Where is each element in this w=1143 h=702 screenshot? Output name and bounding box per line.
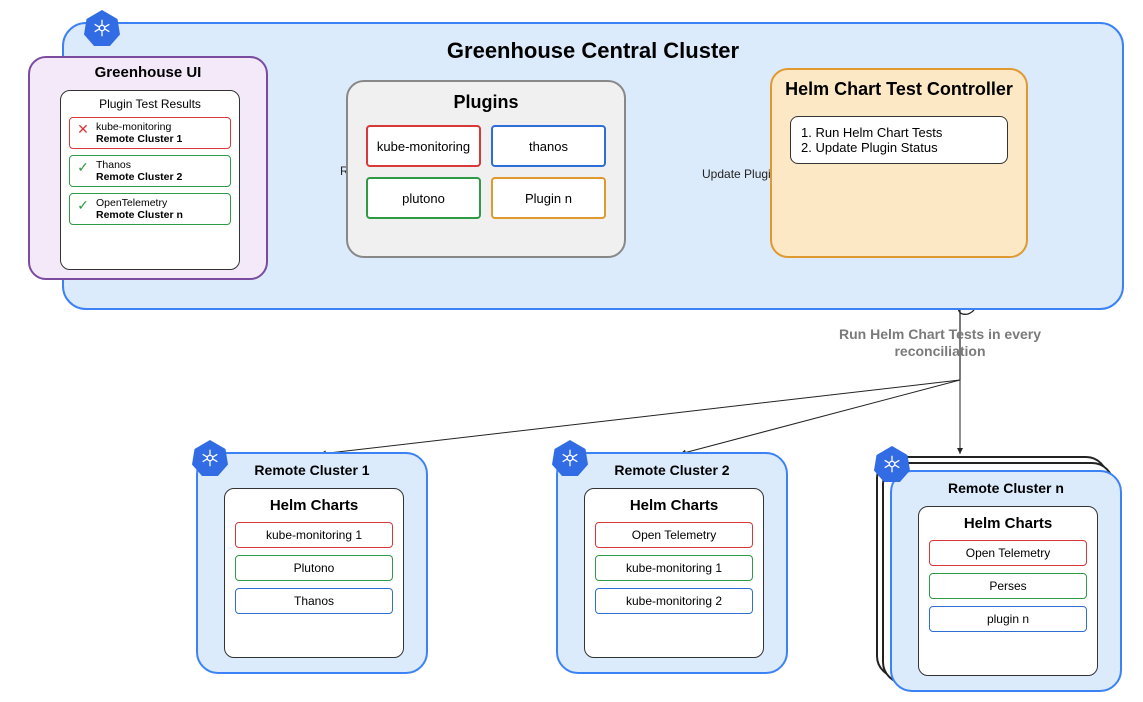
test-result-text: ThanosRemote Cluster 2 — [96, 159, 182, 183]
kubernetes-icon — [192, 440, 228, 476]
controller-step: 1. Run Helm Chart Tests — [801, 125, 997, 140]
fail-icon: ✕ — [74, 121, 92, 138]
helm-chart-item: kube-monitoring 2 — [595, 588, 753, 614]
plugin-box: thanos — [491, 125, 606, 167]
helm-chart-item: kube-monitoring 1 — [595, 555, 753, 581]
plugin-test-results-box: Plugin Test Results ✕ kube-monitoringRem… — [60, 90, 240, 270]
test-result-item: ✓ OpenTelemetryRemote Cluster n — [69, 193, 231, 225]
plugin-box: kube-monitoring — [366, 125, 481, 167]
kubernetes-icon — [874, 446, 910, 482]
remote-cluster-title: Remote Cluster 2 — [558, 462, 786, 478]
remote-cluster-2: Remote Cluster 2 Helm Charts Open Teleme… — [556, 452, 788, 674]
remote-cluster-title: Remote Cluster 1 — [198, 462, 426, 478]
helm-charts-box: Helm Charts kube-monitoring 1 Plutono Th… — [224, 488, 404, 658]
helm-charts-box: Helm Charts Open Telemetry kube-monitori… — [584, 488, 764, 658]
remote-cluster-title: Remote Cluster n — [892, 480, 1120, 496]
helm-chart-item: kube-monitoring 1 — [235, 522, 393, 548]
controller-panel: Helm Chart Test Controller 1. Run Helm C… — [770, 68, 1028, 258]
remote-cluster-1: Remote Cluster 1 Helm Charts kube-monito… — [196, 452, 428, 674]
test-result-item: ✓ ThanosRemote Cluster 2 — [69, 155, 231, 187]
helm-chart-item: Open Telemetry — [595, 522, 753, 548]
test-result-text: kube-monitoringRemote Cluster 1 — [96, 121, 182, 145]
helm-chart-item: plugin n — [929, 606, 1087, 632]
reconcile-label: Run Helm Chart Tests in every reconcilia… — [830, 326, 1050, 360]
helm-charts-title: Helm Charts — [235, 497, 393, 514]
ok-icon: ✓ — [74, 159, 92, 176]
helm-chart-item: Plutono — [235, 555, 393, 581]
helm-charts-title: Helm Charts — [595, 497, 753, 514]
plugins-title: Plugins — [348, 92, 624, 113]
test-result-item: ✕ kube-monitoringRemote Cluster 1 — [69, 117, 231, 149]
controller-steps: 1. Run Helm Chart Tests 2. Update Plugin… — [790, 116, 1008, 164]
greenhouse-ui-title: Greenhouse UI — [30, 64, 266, 81]
test-result-text: OpenTelemetryRemote Cluster n — [96, 197, 183, 221]
controller-title: Helm Chart Test Controller — [772, 80, 1026, 100]
remote-cluster-n: Remote Cluster n Helm Charts Open Teleme… — [890, 470, 1122, 692]
ok-icon: ✓ — [74, 197, 92, 214]
plugin-box: plutono — [366, 177, 481, 219]
plugin-box: Plugin n — [491, 177, 606, 219]
helm-chart-item: Open Telemetry — [929, 540, 1087, 566]
controller-step: 2. Update Plugin Status — [801, 140, 997, 155]
plugins-panel: Plugins kube-monitoring thanos plutono P… — [346, 80, 626, 258]
plugin-test-results-title: Plugin Test Results — [69, 97, 231, 111]
kubernetes-icon — [552, 440, 588, 476]
helm-chart-item: Perses — [929, 573, 1087, 599]
helm-charts-box: Helm Charts Open Telemetry Perses plugin… — [918, 506, 1098, 676]
helm-chart-item: Thanos — [235, 588, 393, 614]
helm-charts-title: Helm Charts — [929, 515, 1087, 532]
kubernetes-icon — [84, 10, 120, 46]
greenhouse-ui-panel: Greenhouse UI Plugin Test Results ✕ kube… — [28, 56, 268, 280]
